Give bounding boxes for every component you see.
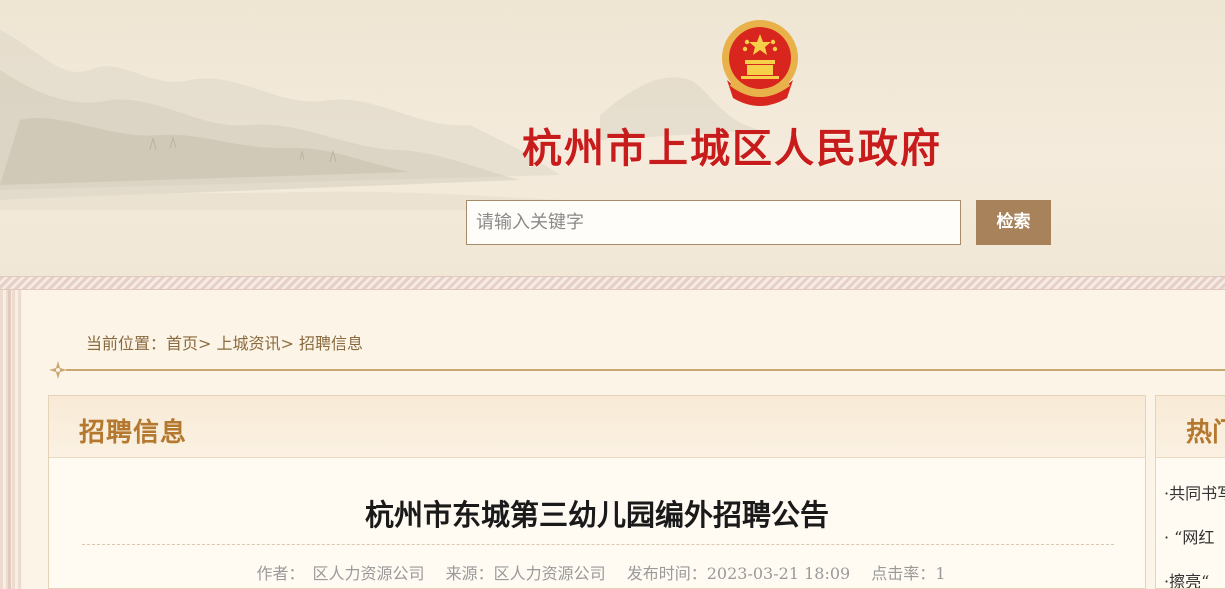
breadcrumb-separator: >	[280, 334, 294, 353]
section-header: 招聘信息	[49, 396, 1145, 458]
author-info: 作者： 区人力资源公司	[256, 564, 425, 583]
source-info: 来源：区人力资源公司	[445, 564, 606, 583]
search-input[interactable]	[466, 200, 961, 245]
breadcrumb-separator: >	[198, 334, 212, 353]
section-title: 招聘信息	[79, 418, 188, 448]
breadcrumb-prefix: 当前位置：	[86, 334, 167, 353]
article-panel: 招聘信息 杭州市东城第三幼儿园编外招聘公告 作者： 区人力资源公司 来源：区人力资…	[48, 395, 1146, 589]
hot-news-item[interactable]: ·共同书写	[1164, 480, 1225, 504]
breadcrumb-recruitment-link[interactable]: 招聘信息	[299, 334, 363, 353]
site-header: 杭州市上城区人民政府 检索	[0, 0, 1225, 278]
hot-news-item[interactable]: · “网红	[1164, 524, 1214, 548]
hot-news-header: 热门	[1156, 396, 1225, 458]
click-count: 点击率：1	[871, 564, 946, 583]
breadcrumb-home-link[interactable]: 首页	[166, 334, 198, 353]
breadcrumb-news-link[interactable]: 上城资讯	[217, 334, 281, 353]
article-title: 杭州市东城第三幼儿园编外招聘公告	[364, 498, 829, 532]
breadcrumb: 当前位置：首页> 上城资讯> 招聘信息	[86, 330, 363, 354]
hot-news-item[interactable]: ·擦亮“	[1164, 568, 1209, 588]
article-meta: 作者： 区人力资源公司 来源：区人力资源公司 发布时间：2023-03-21 18…	[49, 560, 1145, 584]
site-title: 杭州市上城区人民政府	[522, 125, 942, 172]
hot-news-title: 热门	[1186, 418, 1225, 448]
left-decorative-rail	[0, 290, 22, 589]
search-button[interactable]: 检索	[976, 200, 1051, 245]
hot-news-panel: 热门 ·共同书写 · “网红 ·擦亮“	[1155, 395, 1225, 589]
publish-time: 发布时间：2023-03-21 18:09	[626, 564, 851, 583]
article-divider	[82, 544, 1114, 545]
header-border-divider	[0, 276, 1225, 290]
national-emblem-icon	[722, 20, 798, 106]
content-divider	[66, 369, 1225, 371]
